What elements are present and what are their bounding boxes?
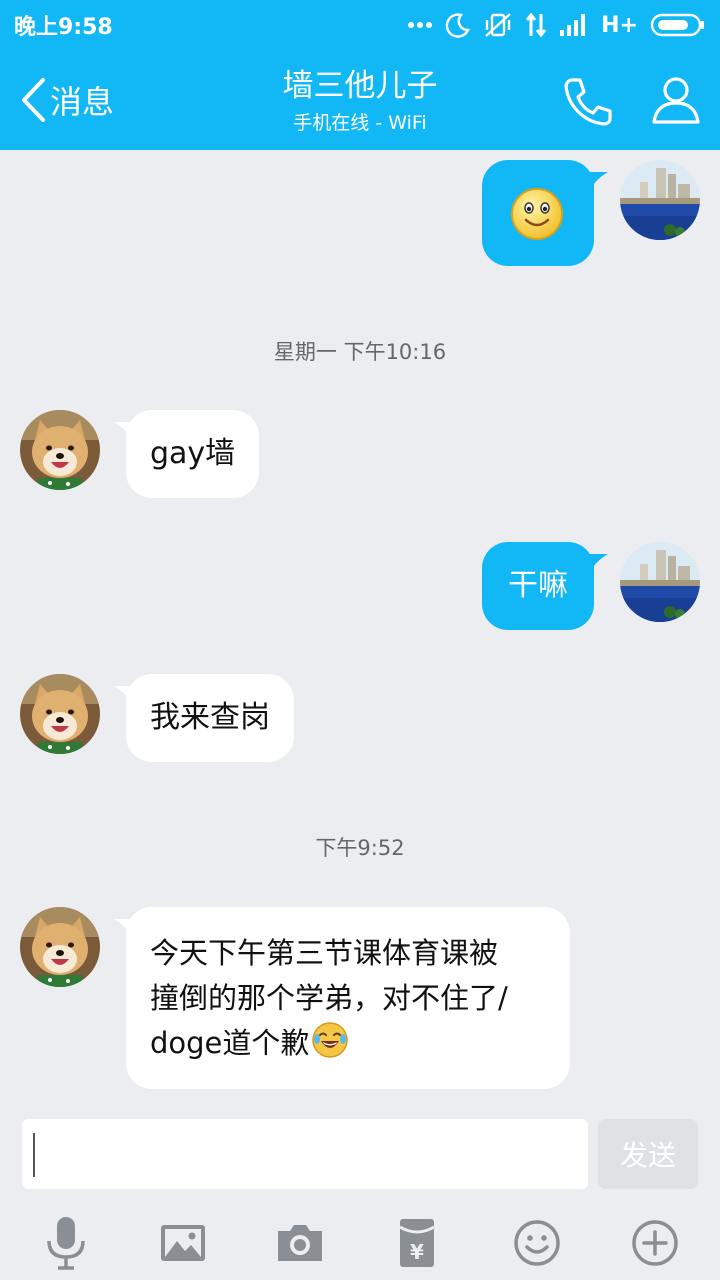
message-list[interactable]: 星期一 下午10:16 gay墙 干嘛 我来查岗 下午9:52 今天下午第三节课… [0, 150, 720, 1105]
message-line: doge道个歉 [150, 1021, 546, 1066]
chat-title-block: 墙三他儿子 手机在线 - WiFi [180, 66, 540, 136]
send-button[interactable]: 发送 [598, 1119, 698, 1189]
status-bar: 晚上9:58 H+ [0, 0, 720, 50]
contact-avatar[interactable] [20, 410, 100, 490]
message-bubble-incoming[interactable]: gay墙 [126, 410, 260, 498]
camera-button[interactable] [270, 1213, 330, 1273]
red-packet-button[interactable]: ¥ [387, 1213, 447, 1273]
network-type: H+ [601, 12, 638, 38]
more-button[interactable] [625, 1213, 685, 1273]
chat-title: 墙三他儿子 [282, 68, 438, 104]
back-button[interactable]: 消息 [18, 76, 114, 124]
profile-button[interactable] [648, 72, 704, 128]
message-line: 撞倒的那个学弟，对不住了/ [150, 981, 508, 1015]
vibrate-off-icon [485, 13, 511, 37]
image-icon [161, 1225, 205, 1261]
status-time: 晚上9:58 [14, 15, 113, 40]
microphone-icon [47, 1217, 85, 1270]
user-icon [652, 77, 700, 124]
smiley-emoji-icon [511, 188, 563, 240]
back-label: 消息 [50, 83, 115, 121]
message-line-text: doge道个歉 [150, 1026, 310, 1060]
emoji-button[interactable] [507, 1213, 567, 1273]
timestamp: 星期一 下午10:16 [273, 340, 447, 364]
more-dots-icon [408, 22, 433, 28]
camera-icon [278, 1225, 322, 1261]
battery-icon [650, 13, 704, 37]
image-button[interactable] [153, 1213, 213, 1273]
laughing-tears-emoji-icon [312, 1022, 349, 1058]
chat-subtitle: 手机在线 - WiFi [293, 112, 427, 134]
message-text: 我来查岗 [150, 700, 270, 735]
voice-button[interactable] [36, 1213, 96, 1273]
plus-icon [632, 1220, 678, 1266]
svg-text:¥: ¥ [410, 1240, 424, 1264]
contact-avatar[interactable] [20, 907, 100, 987]
message-text: 干嘛 [508, 568, 568, 603]
message-bubble-outgoing[interactable]: 干嘛 [482, 542, 594, 630]
message-bubble-incoming[interactable]: 我来查岗 [126, 674, 294, 762]
chat-header: 消息 墙三他儿子 手机在线 - WiFi [0, 50, 720, 150]
timestamp: 下午9:52 [315, 836, 405, 860]
message-bubble-incoming[interactable]: 今天下午第三节课体育课被 撞倒的那个学弟，对不住了/ doge道个歉 [126, 907, 570, 1089]
my-avatar[interactable] [620, 542, 700, 622]
message-line: 今天下午第三节课体育课被 [150, 936, 499, 970]
message-text: gay墙 [150, 436, 236, 471]
contact-avatar[interactable] [20, 674, 100, 754]
text-caret [33, 1133, 35, 1177]
chevron-left-icon [22, 78, 45, 122]
phone-icon [564, 78, 612, 126]
data-arrows-icon [525, 12, 547, 38]
status-icons: H+ [407, 12, 706, 38]
input-bar: 发送 [0, 1105, 720, 1205]
my-avatar[interactable] [620, 160, 700, 240]
input-toolbar: ¥ [0, 1205, 720, 1280]
red-packet-icon: ¥ [399, 1219, 435, 1267]
call-button[interactable] [560, 74, 616, 130]
emoji-icon [514, 1220, 560, 1266]
moon-icon [445, 13, 471, 38]
message-bubble-outgoing[interactable] [482, 160, 594, 266]
message-input[interactable] [22, 1119, 588, 1189]
signal-icon [560, 14, 586, 36]
